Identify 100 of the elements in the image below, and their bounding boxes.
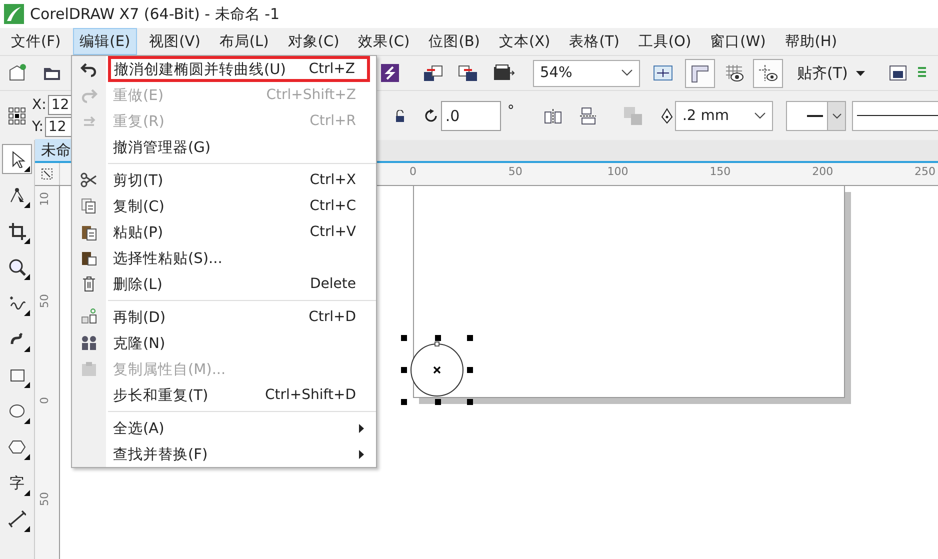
menu-item[interactable]: 删除(L) Delete [108,271,370,297]
pen-nib-icon [661,108,674,124]
menu-item[interactable]: 选择性粘贴(S)... [108,245,370,271]
redo-icon [80,86,98,104]
ruler-label: 50 [38,492,51,506]
shortcut-label: Ctrl+Shift+Z [266,87,356,103]
snap-dropdown[interactable]: 贴齐(T) [797,64,865,82]
zoom-fit-icon[interactable] [653,65,673,81]
menu-bar-item[interactable]: 窗口(W) [703,28,773,55]
flyout-triangle-icon [24,202,30,208]
flyout-triangle-icon [24,454,30,460]
menu-bar-item[interactable]: 位图(B) [422,28,487,55]
export-icon[interactable] [458,64,478,82]
ruler-label: 50 [508,165,522,178]
tool-button[interactable] [2,144,32,174]
menu-item[interactable]: 撤消管理器(G) [108,134,370,160]
clone-icon [80,334,98,352]
folder-icon[interactable] [43,65,61,81]
window-title: CorelDRAW X7 (64-Bit) - 未命名 -1 [30,4,280,24]
shortcut-label: Ctrl+V [310,224,356,240]
flyout-triangle-icon [24,346,30,352]
flyout-triangle-icon [24,526,30,532]
ruler-label: 150 [710,165,731,178]
shortcut-label: Ctrl+Z [308,61,355,77]
submenu-arrow-icon [359,450,364,458]
duplicate-icon [80,308,98,326]
shortcut-label: Ctrl+D [308,309,356,325]
node-edit-icon [8,186,26,204]
freehand-icon [8,294,26,312]
line-preview-icon [857,114,938,116]
flyout-triangle-icon [24,490,30,496]
menu-item[interactable]: 粘贴(P) Ctrl+V [108,219,370,245]
menu-item[interactable]: 复制(C) Ctrl+C [108,193,370,219]
menu-bar-item[interactable]: 文本(X) [492,28,558,55]
menu-bar-item[interactable]: 编辑(E) [72,28,138,55]
lock-icon[interactable] [395,110,406,122]
zoom-icon [8,258,26,276]
menu-item[interactable]: 查找并替换(F) [108,441,370,467]
object-origin-icon[interactable] [8,106,26,124]
flyout-triangle-icon [24,418,30,424]
menu-bar-item[interactable]: 表格(T) [562,28,626,55]
menu-item[interactable]: 剪切(T) Ctrl+X [108,167,370,193]
toggle-button[interactable] [685,58,715,88]
import-icon[interactable] [423,64,443,82]
menu-item[interactable]: 克隆(N) [108,330,370,356]
shortcut-label: Ctrl+Shift+D [265,387,356,403]
menu-item[interactable]: 再制(D) Ctrl+D [108,304,370,330]
chevron-down-icon [754,112,766,120]
rotation-field[interactable]: .0 [441,100,502,130]
degree-symbol: ° [507,103,514,119]
app-logo-icon [4,4,24,24]
guidelines-icon [757,63,779,83]
field-label: X: [32,96,46,112]
line-style-icon [807,114,824,118]
menu-bar-item[interactable]: 帮助(H) [778,28,844,55]
new-document-icon[interactable] [8,64,26,82]
menu-item[interactable]: 撤消创建椭圆并转曲线(U) Ctrl+Z [108,56,370,82]
menu-bar-item[interactable]: 工具(O) [631,28,698,55]
flyout-triangle-icon [24,382,30,388]
flyout-triangle-icon [24,310,30,316]
submenu-arrow-icon [359,424,364,432]
menu-bar-item[interactable]: 对象(C) [280,28,346,55]
toggle-button[interactable] [753,58,783,88]
shortcut-label: Ctrl+C [310,198,356,214]
undo-icon [80,60,98,78]
tool-button[interactable]: 字 [2,468,32,498]
ellipse-icon [8,402,26,420]
ruler-label: 0 [410,165,416,178]
ruler-label: 250 [914,165,936,178]
ruler-label: 50 [38,294,51,308]
zoom-dropdown[interactable]: 54% [533,60,640,86]
caret-down-icon [856,70,865,76]
menu-bar-item[interactable]: 文件(F) [4,28,68,55]
ruler-origin-icon[interactable] [41,168,53,180]
line-style-field[interactable] [852,100,938,130]
copy-icon [80,197,98,215]
rulers-icon [689,63,711,83]
application-launcher-icon[interactable] [888,65,907,81]
scissors-icon [80,171,98,189]
menu-bar-item[interactable]: 视图(V) [142,28,208,55]
flyout-triangle-icon [24,166,30,172]
mirror-horizontal-icon[interactable] [544,108,562,124]
copy-properties-icon [80,360,98,378]
menu-bar-item[interactable]: 布局(L) [212,28,276,55]
mirror-vertical-icon[interactable] [579,106,598,124]
chevron-down-icon [832,112,842,118]
shortcut-label: Ctrl+X [310,172,356,188]
menu-item[interactable]: 步长和重复(T) Ctrl+Shift+D [108,382,370,408]
line-style-dropdown[interactable] [786,100,846,130]
shortcut-label: Delete [310,276,356,292]
grid-icon [723,63,745,83]
menu-item[interactable]: 全选(A) [108,415,370,441]
crop-icon [8,222,26,240]
polygon-icon [8,438,26,456]
field-label: Y: [32,118,44,134]
outline-width-dropdown[interactable]: .2 mm [675,100,774,130]
ruler-label: 10 [38,192,51,206]
paste-special-icon [80,249,98,267]
paste-icon [80,223,98,241]
menu-bar-item[interactable]: 效果(C) [351,28,417,55]
